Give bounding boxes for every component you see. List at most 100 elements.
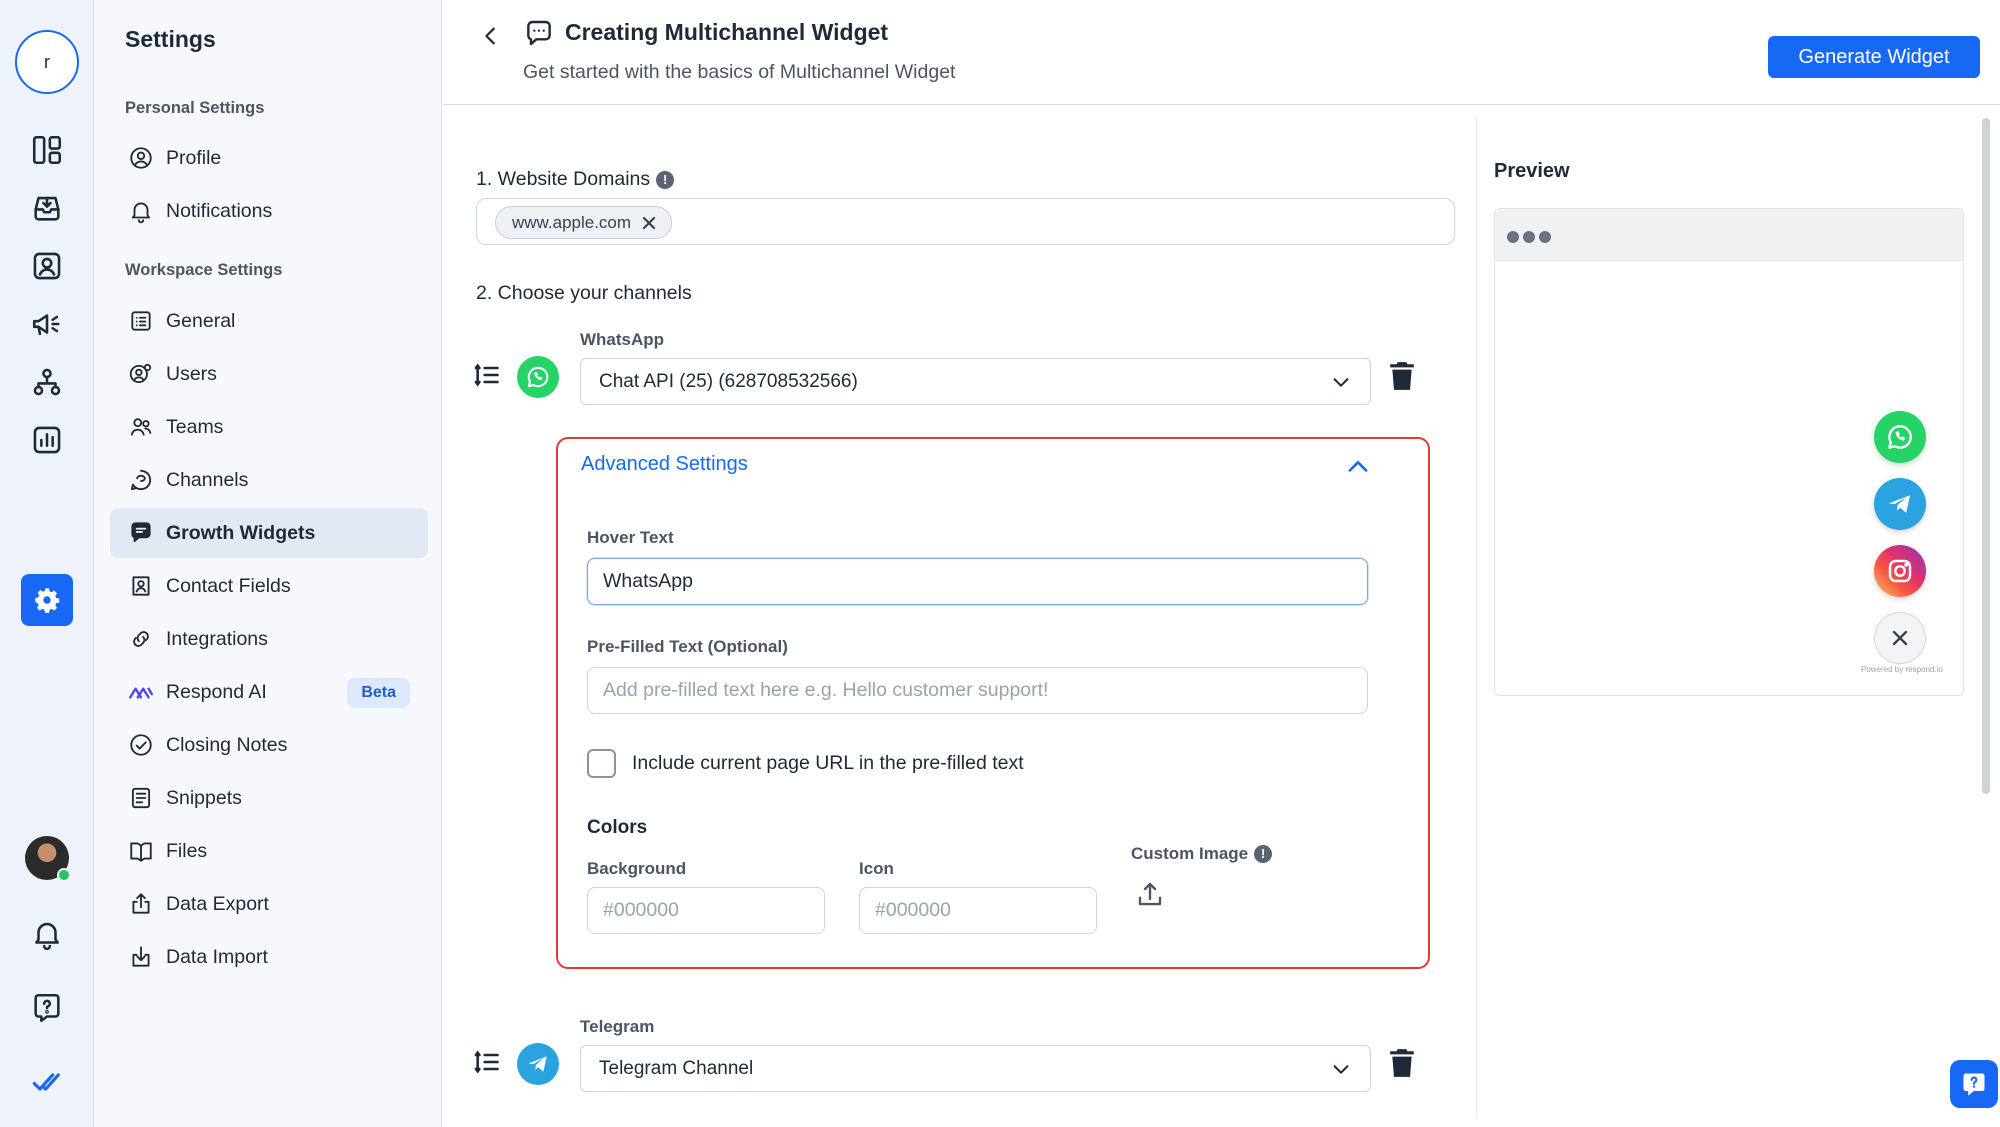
- whatsapp-icon: [517, 356, 559, 398]
- whatsapp-selected-value: Chat API (25) (628708532566): [599, 370, 858, 392]
- upload-icon[interactable]: [1135, 879, 1165, 909]
- dashboard-icon: [32, 135, 62, 165]
- custom-image-text: Custom Image: [1131, 844, 1249, 863]
- sidebar-item-users[interactable]: Users: [110, 349, 428, 399]
- chevron-down-icon: [1330, 1058, 1352, 1080]
- reports-nav[interactable]: [21, 414, 73, 466]
- scrollbar[interactable]: [1982, 118, 1990, 794]
- inbox-nav[interactable]: [21, 182, 73, 234]
- preview-whatsapp-button[interactable]: [1874, 411, 1926, 463]
- telegram-selected-value: Telegram Channel: [599, 1057, 754, 1079]
- sidebar-item-teams[interactable]: Teams: [110, 402, 428, 452]
- preview-instagram-button[interactable]: [1874, 545, 1926, 597]
- online-status-dot: [57, 868, 71, 882]
- general-icon: [128, 308, 154, 334]
- whatsapp-icon: [1888, 425, 1912, 449]
- closing-notes-icon: [128, 732, 154, 758]
- notifications-nav[interactable]: [21, 908, 73, 960]
- sidebar-item-data-import[interactable]: Data Import: [110, 932, 428, 982]
- icon-color-input[interactable]: #000000: [859, 887, 1097, 934]
- chevron-left-icon: [485, 27, 495, 45]
- workflows-nav[interactable]: [21, 356, 73, 408]
- generate-widget-button[interactable]: Generate Widget: [1768, 36, 1980, 78]
- info-icon[interactable]: !: [656, 170, 675, 189]
- include-url-checkbox[interactable]: [587, 749, 616, 778]
- telegram-label: Telegram: [580, 1017, 655, 1036]
- domain-chip: www.apple.com: [495, 206, 673, 239]
- advanced-settings-toggle[interactable]: Advanced Settings: [581, 453, 748, 476]
- sidebar-item-notifications[interactable]: Notifications: [110, 186, 428, 236]
- inbox-icon: [34, 196, 60, 221]
- info-icon[interactable]: !: [1254, 844, 1273, 863]
- website-domains-text: 1. Website Domains: [476, 168, 651, 190]
- sidebar-item-integrations[interactable]: Integrations: [110, 614, 428, 664]
- sidebar-item-files[interactable]: Files: [110, 826, 428, 876]
- contacts-nav[interactable]: [21, 240, 73, 292]
- preview-title: Preview: [1494, 160, 1570, 182]
- sidebar-item-label: Files: [166, 839, 208, 862]
- gear-icon: [35, 588, 60, 613]
- sidebar-item-profile[interactable]: Profile: [110, 133, 428, 183]
- whatsapp-channel-select[interactable]: Chat API (25) (628708532566): [580, 358, 1371, 405]
- sidebar-item-respond-ai[interactable]: Respond AI Beta: [110, 667, 428, 717]
- preview-telegram-button[interactable]: [1874, 478, 1926, 530]
- sidebar-item-channels[interactable]: Channels: [110, 455, 428, 505]
- back-button[interactable]: [473, 18, 509, 54]
- sidebar-item-closing-notes[interactable]: Closing Notes: [110, 720, 428, 770]
- page-title: Creating Multichannel Widget: [565, 19, 889, 45]
- background-color-input[interactable]: #000000: [587, 887, 825, 934]
- advanced-settings-panel: Advanced Settings Hover Text WhatsApp Pr…: [556, 437, 1430, 969]
- data-import-icon: [128, 944, 154, 970]
- dashboard-nav[interactable]: [21, 124, 73, 176]
- icon-color-label: Icon: [859, 859, 894, 878]
- contacts-icon: [33, 252, 61, 280]
- workflow-icon: [33, 368, 61, 396]
- help-chat-icon: [1963, 1073, 1985, 1096]
- prefilled-text-label: Pre-Filled Text (Optional): [587, 637, 788, 656]
- growth-widgets-icon: [128, 520, 154, 546]
- channels-icon: [128, 467, 154, 493]
- page-header: Creating Multichannel Widget Get started…: [443, 0, 2000, 105]
- sidebar-item-data-export[interactable]: Data Export: [110, 879, 428, 929]
- hover-text-input[interactable]: WhatsApp: [587, 558, 1368, 605]
- powered-by-text: Powered by respond.io: [1861, 665, 1943, 674]
- telegram-channel-select[interactable]: Telegram Channel: [580, 1045, 1371, 1092]
- help-nav[interactable]: [21, 982, 73, 1034]
- trash-icon: [1390, 362, 1414, 390]
- widget-chat-icon: [523, 18, 555, 50]
- delete-telegram-button[interactable]: [1389, 1048, 1415, 1078]
- sidebar-item-label: Snippets: [166, 786, 242, 809]
- sidebar-item-label: Channels: [166, 468, 249, 491]
- domain-chip-label: www.apple.com: [512, 212, 632, 232]
- workspace-initial: r: [44, 51, 50, 72]
- custom-image-label: Custom Image!: [1131, 844, 1273, 864]
- drag-handle-icon[interactable]: [473, 1048, 501, 1076]
- preview-close-button[interactable]: [1874, 612, 1926, 664]
- help-chat-button[interactable]: [1950, 1060, 1998, 1108]
- megaphone-icon: [32, 314, 60, 336]
- beta-badge: Beta: [347, 678, 410, 708]
- window-dots: [1507, 231, 1551, 243]
- sidebar-item-general[interactable]: General: [110, 296, 428, 346]
- respond-logo[interactable]: [21, 1056, 73, 1108]
- chevron-up-icon[interactable]: [1344, 453, 1372, 481]
- workspace-settings-heading: Workspace Settings: [125, 261, 283, 279]
- remove-chip-icon[interactable]: [641, 215, 657, 231]
- sidebar-item-label: Users: [166, 362, 217, 385]
- integrations-icon: [128, 626, 154, 652]
- drag-handle-icon[interactable]: [473, 361, 501, 389]
- sidebar-item-growth-widgets[interactable]: Growth Widgets: [110, 508, 428, 558]
- delete-whatsapp-button[interactable]: [1389, 361, 1415, 391]
- broadcasts-nav[interactable]: [21, 298, 73, 350]
- workspace-avatar[interactable]: r: [15, 30, 79, 94]
- colors-heading: Colors: [587, 817, 648, 838]
- sidebar-item-contact-fields[interactable]: Contact Fields: [110, 561, 428, 611]
- sidebar-item-label: Closing Notes: [166, 733, 288, 756]
- website-domains-input[interactable]: www.apple.com: [476, 198, 1455, 245]
- icon-color-placeholder: #000000: [875, 899, 951, 921]
- prefilled-text-input[interactable]: Add pre-filled text here e.g. Hello cust…: [587, 667, 1368, 714]
- sidebar-item-label: Data Export: [166, 892, 269, 915]
- settings-nav[interactable]: [21, 574, 73, 626]
- user-avatar[interactable]: [25, 836, 71, 882]
- sidebar-item-snippets[interactable]: Snippets: [110, 773, 428, 823]
